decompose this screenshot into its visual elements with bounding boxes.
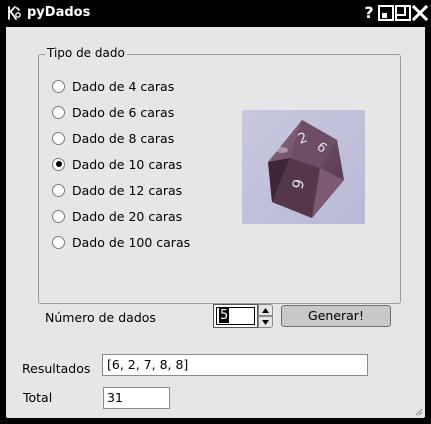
resize-grip-icon[interactable] xyxy=(413,406,423,416)
chevron-up-icon xyxy=(262,307,269,313)
radio-label: Dado de 100 caras xyxy=(72,234,191,250)
total-field[interactable]: 31 xyxy=(103,387,170,409)
radio-circle[interactable] xyxy=(52,105,65,119)
results-label: Resultados xyxy=(22,361,91,376)
radio-label: Dado de 12 caras xyxy=(72,182,183,198)
radio-label: Dado de 10 caras xyxy=(72,156,183,172)
number-of-dice-label: Número de dados xyxy=(45,310,156,325)
radio-circle-checked[interactable] xyxy=(52,157,65,171)
radio-circle[interactable] xyxy=(52,183,65,197)
radio-8-faces[interactable]: Dado de 8 caras xyxy=(52,129,174,147)
help-button[interactable]: ? xyxy=(361,5,377,21)
dice-type-group: Tipo de dado Dado de 4 caras Dado de 6 c… xyxy=(38,46,401,304)
number-value: 5 xyxy=(219,308,230,323)
radio-20-faces[interactable]: Dado de 20 caras xyxy=(52,207,182,225)
number-field[interactable]: 5 xyxy=(213,304,258,328)
radio-4-faces[interactable]: Dado de 4 caras xyxy=(52,77,174,95)
radio-12-faces[interactable]: Dado de 12 caras xyxy=(52,181,182,199)
main-panel: Tipo de dado Dado de 4 caras Dado de 6 c… xyxy=(6,27,425,418)
kde-icon[interactable] xyxy=(6,5,22,21)
number-of-dice-spinbox[interactable]: 5 xyxy=(213,304,273,328)
group-title: Tipo de dado xyxy=(45,46,127,60)
chevron-down-icon xyxy=(262,319,269,325)
radio-circle[interactable] xyxy=(52,235,65,249)
generate-button[interactable]: Generar! xyxy=(281,305,391,327)
dice-image: 2 6 9 xyxy=(242,110,365,224)
radio-circle[interactable] xyxy=(52,79,65,93)
radio-label: Dado de 6 caras xyxy=(72,104,175,120)
radio-circle[interactable] xyxy=(52,209,65,223)
radio-6-faces[interactable]: Dado de 6 caras xyxy=(52,103,174,121)
radio-10-faces[interactable]: Dado de 10 caras xyxy=(52,155,182,173)
spin-down-button[interactable] xyxy=(258,316,273,328)
close-icon[interactable] xyxy=(412,5,428,21)
radio-label: Dado de 20 caras xyxy=(72,208,183,224)
maximize-icon[interactable] xyxy=(395,5,411,21)
number-input[interactable]: 5 xyxy=(216,307,255,325)
app-window: pyDados ? Tipo de dado Dado de 4 caras D… xyxy=(0,0,431,424)
radio-100-faces[interactable]: Dado de 100 caras xyxy=(52,233,190,251)
minimize-icon[interactable] xyxy=(378,5,394,21)
radio-circle[interactable] xyxy=(52,131,65,145)
results-field[interactable]: [6, 2, 7, 8, 8] xyxy=(102,354,368,376)
spin-up-button[interactable] xyxy=(258,304,273,316)
total-label: Total xyxy=(23,390,53,405)
radio-label: Dado de 4 caras xyxy=(72,78,175,94)
title-bar[interactable]: pyDados ? xyxy=(0,0,431,27)
window-title: pyDados xyxy=(27,5,91,20)
radio-label: Dado de 8 caras xyxy=(72,130,175,146)
